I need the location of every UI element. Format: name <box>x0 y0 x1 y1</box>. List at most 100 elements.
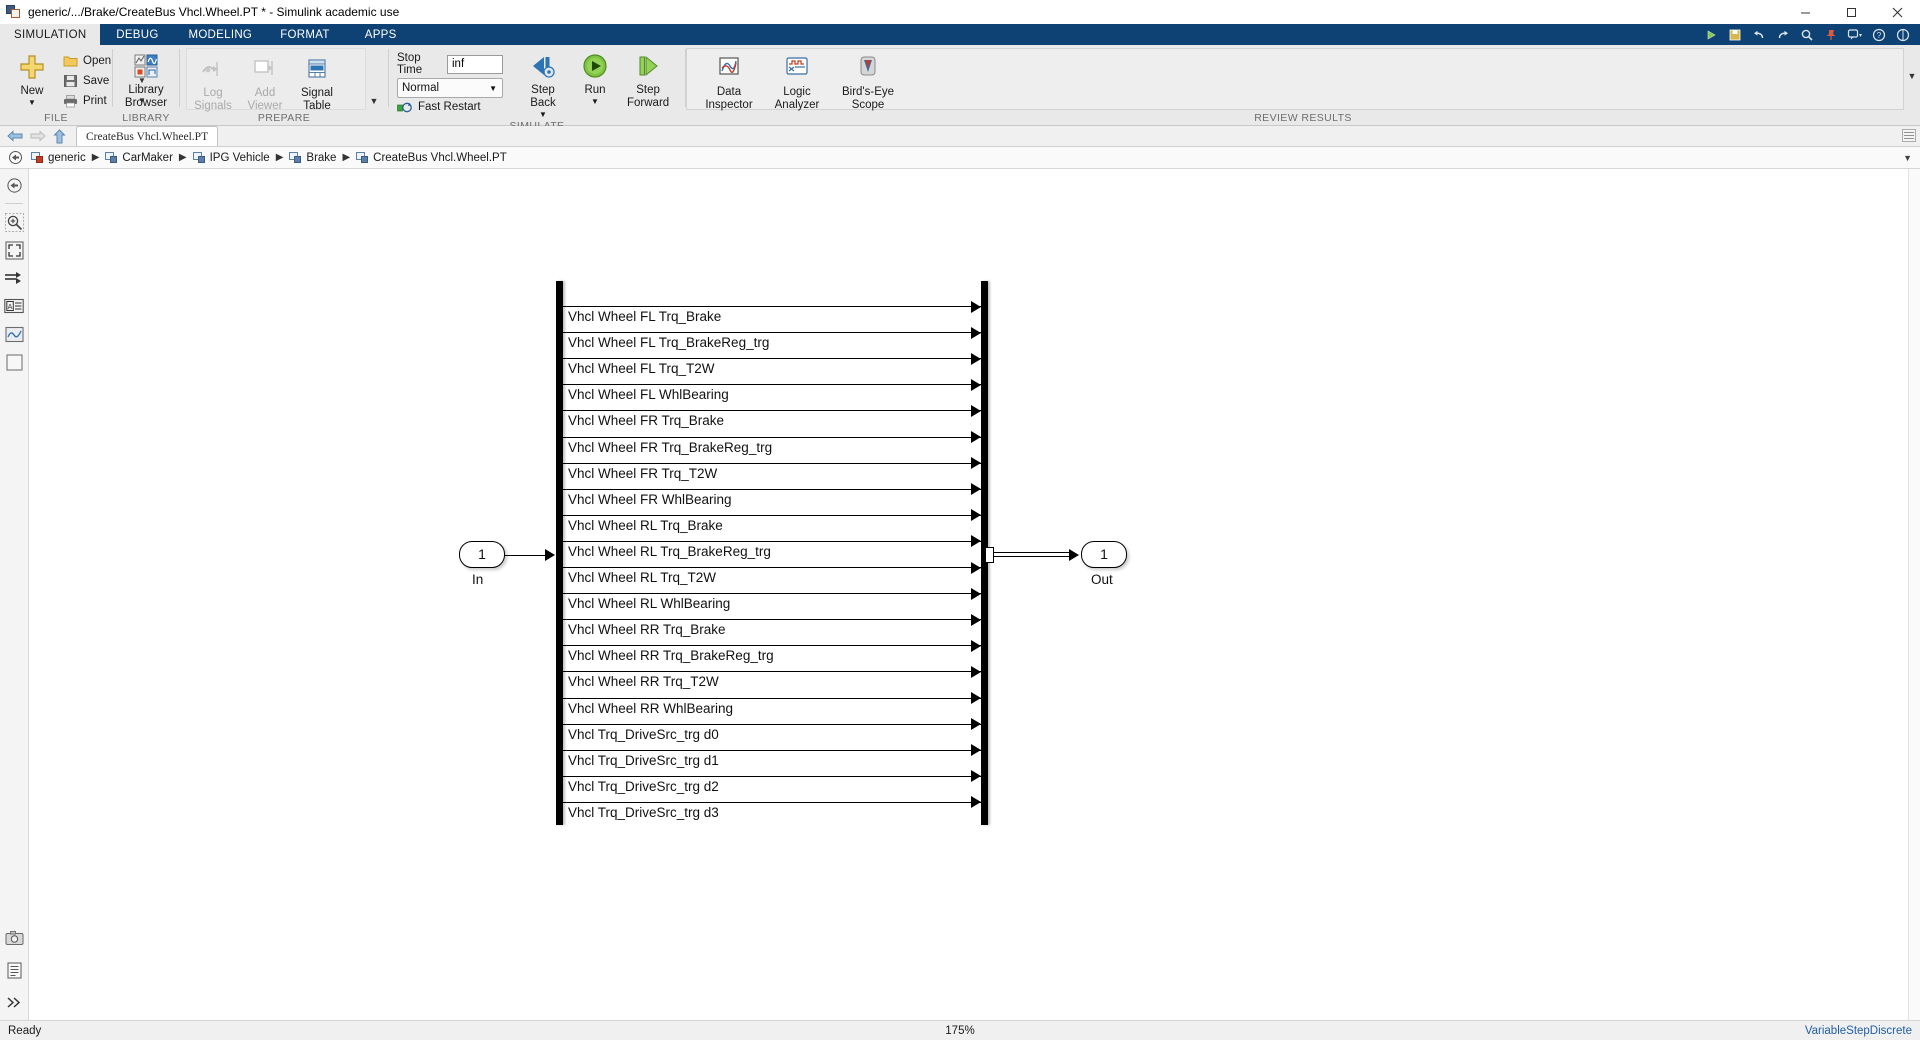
signal-line[interactable] <box>563 436 981 438</box>
signal-label[interactable]: Vhcl Trq_DriveSrc_trg d3 <box>568 805 719 820</box>
signal-line[interactable] <box>563 775 981 777</box>
signal-label[interactable]: Vhcl Wheel RR Trq_BrakeReg_trg <box>568 648 774 663</box>
navigate-up-icon[interactable] <box>3 175 25 195</box>
help-icon[interactable]: ? <box>1868 24 1890 45</box>
tab-apps[interactable]: APPS <box>344 24 418 45</box>
minimize-button[interactable] <box>1782 0 1828 24</box>
output-port-block[interactable]: 1 <box>1081 540 1127 568</box>
ribbon-expand-button[interactable]: ▼ <box>1904 45 1920 81</box>
signal-line[interactable] <box>563 801 981 803</box>
run-button[interactable]: Run ▼ <box>569 48 621 106</box>
tab-simulation[interactable]: SIMULATION <box>0 24 101 45</box>
signal-line[interactable] <box>563 697 981 699</box>
signal-label[interactable]: Vhcl Wheel RL Trq_Brake <box>568 518 723 533</box>
signal-line[interactable] <box>563 514 981 516</box>
tab-debug[interactable]: DEBUG <box>100 24 174 45</box>
breadcrumb-item-generic[interactable]: generic <box>30 151 87 164</box>
library-browser-button[interactable]: Library Browser <box>119 48 173 110</box>
signal-label[interactable]: Vhcl Wheel RR Trq_T2W <box>568 674 719 689</box>
signal-line[interactable] <box>563 332 981 334</box>
chevron-down-icon[interactable]: ▼ <box>591 98 599 106</box>
breadcrumb-item-brake[interactable]: Brake <box>288 151 337 164</box>
chevron-down-icon[interactable]: ▼ <box>28 99 36 107</box>
signal-line[interactable] <box>563 384 981 386</box>
logic-analyzer-button[interactable]: Logic Analyzer <box>763 50 831 112</box>
subsystem-box-icon[interactable] <box>3 352 25 372</box>
signal-label[interactable]: Vhcl Wheel FR Trq_BrakeReg_trg <box>568 440 772 455</box>
signal-routing-icon[interactable] <box>3 268 25 288</box>
comment-icon[interactable]: ▾ <box>1844 24 1866 45</box>
tab-format[interactable]: FORMAT <box>266 24 344 45</box>
signal-line[interactable] <box>563 593 981 595</box>
signal-line[interactable] <box>563 749 981 751</box>
model-canvas[interactable]: Vhcl Wheel FL Trq_Brake Vhcl Wheel FL Trq… <box>29 169 1908 1020</box>
signal-label[interactable]: Vhcl Wheel RR Trq_Brake <box>568 622 726 637</box>
zoom-in-icon[interactable] <box>3 212 25 232</box>
signal-line[interactable] <box>563 488 981 490</box>
step-back-button[interactable]: Step Back ▼ <box>517 48 569 119</box>
signal-line[interactable] <box>563 410 981 412</box>
signal-label[interactable]: Vhcl Wheel FL Trq_Brake <box>568 309 721 324</box>
signal-label[interactable]: Vhcl Wheel FL Trq_T2W <box>568 361 715 376</box>
run-quick-icon[interactable] <box>1700 24 1722 45</box>
signal-label[interactable]: Vhcl Trq_DriveSrc_trg d1 <box>568 753 719 768</box>
signal-label[interactable]: Vhcl Wheel FL Trq_BrakeReg_trg <box>568 335 769 350</box>
canvas-right-rail[interactable] <box>1908 169 1920 1020</box>
scope-icon[interactable] <box>3 324 25 344</box>
signal-line[interactable] <box>563 671 981 673</box>
prepare-overflow-button[interactable]: ▼ <box>366 48 382 110</box>
signal-line[interactable] <box>563 645 981 647</box>
signal-line[interactable] <box>563 358 981 360</box>
up-arrow-icon[interactable] <box>48 126 70 146</box>
signal-label[interactable]: Vhcl Wheel FR Trq_Brake <box>568 413 724 428</box>
search-icon[interactable] <box>1796 24 1818 45</box>
breadcrumb-back-icon[interactable] <box>6 149 24 167</box>
signal-label[interactable]: Vhcl Wheel RL Trq_T2W <box>568 570 716 585</box>
chevron-down-icon[interactable]: ▼ <box>539 111 547 119</box>
signal-line[interactable] <box>563 306 981 307</box>
signal-label[interactable]: Vhcl Trq_DriveSrc_trg d2 <box>568 779 719 794</box>
breadcrumb-expand-icon[interactable]: ▼ <box>1903 153 1912 163</box>
signal-label[interactable]: Vhcl Wheel RL Trq_BrakeReg_trg <box>568 544 771 559</box>
data-inspector-button[interactable]: Data Inspector <box>695 50 763 112</box>
layout-icon[interactable] <box>1892 24 1914 45</box>
pin-icon[interactable] <box>1820 24 1842 45</box>
maximize-button[interactable] <box>1828 0 1874 24</box>
signal-label[interactable]: Vhcl Wheel FL WhlBearing <box>568 387 729 402</box>
breadcrumb-item-createbus[interactable]: CreateBus Vhcl.Wheel.PT <box>355 151 508 164</box>
input-port-block[interactable]: 1 <box>459 540 505 568</box>
fit-to-view-icon[interactable] <box>3 240 25 260</box>
signal-line[interactable] <box>563 540 981 542</box>
birds-eye-scope-button[interactable]: Bird's-Eye Scope <box>831 50 905 112</box>
signal-line[interactable] <box>563 462 981 464</box>
forward-arrow-icon[interactable] <box>26 126 48 146</box>
redo-icon[interactable] <box>1772 24 1794 45</box>
zoom-level[interactable]: 175% <box>945 1025 974 1037</box>
fast-restart-button[interactable]: Fast Restart <box>397 100 503 114</box>
undo-icon[interactable] <box>1748 24 1770 45</box>
tab-modeling[interactable]: MODELING <box>174 24 266 45</box>
solver-name[interactable]: VariableStepDiscrete <box>1805 1025 1912 1037</box>
breadcrumb-item-ipg-vehicle[interactable]: IPG Vehicle <box>192 151 271 164</box>
bus-output-wire[interactable] <box>993 551 1073 557</box>
bus-selector-bar[interactable] <box>556 281 563 825</box>
simulation-mode-select[interactable]: Normal ▼ <box>397 78 503 98</box>
signal-label[interactable]: Vhcl Wheel FR WhlBearing <box>568 492 732 507</box>
stop-time-input[interactable] <box>447 54 503 74</box>
notes-icon[interactable] <box>3 960 25 980</box>
signal-label[interactable]: Vhcl Wheel RL WhlBearing <box>568 596 730 611</box>
save-quick-icon[interactable] <box>1724 24 1746 45</box>
log-signals-button[interactable]: Log Signals <box>187 51 239 113</box>
signal-label[interactable]: Vhcl Wheel FR Trq_T2W <box>568 466 717 481</box>
back-arrow-icon[interactable] <box>4 126 26 146</box>
breadcrumb-item-carmaker[interactable]: CarMaker <box>104 151 173 164</box>
model-tab[interactable]: CreateBus Vhcl.Wheel.PT <box>76 126 219 146</box>
camera-icon[interactable] <box>3 928 25 948</box>
panel-grip-icon[interactable] <box>1902 129 1916 147</box>
add-viewer-button[interactable]: Add Viewer <box>239 51 291 113</box>
close-button[interactable] <box>1874 0 1920 24</box>
input-wire[interactable] <box>505 554 547 556</box>
signal-label[interactable]: Vhcl Wheel RR WhlBearing <box>568 701 733 716</box>
annotation-icon[interactable]: A <box>3 296 25 316</box>
signal-table-button[interactable]: Signal Table <box>291 51 343 113</box>
